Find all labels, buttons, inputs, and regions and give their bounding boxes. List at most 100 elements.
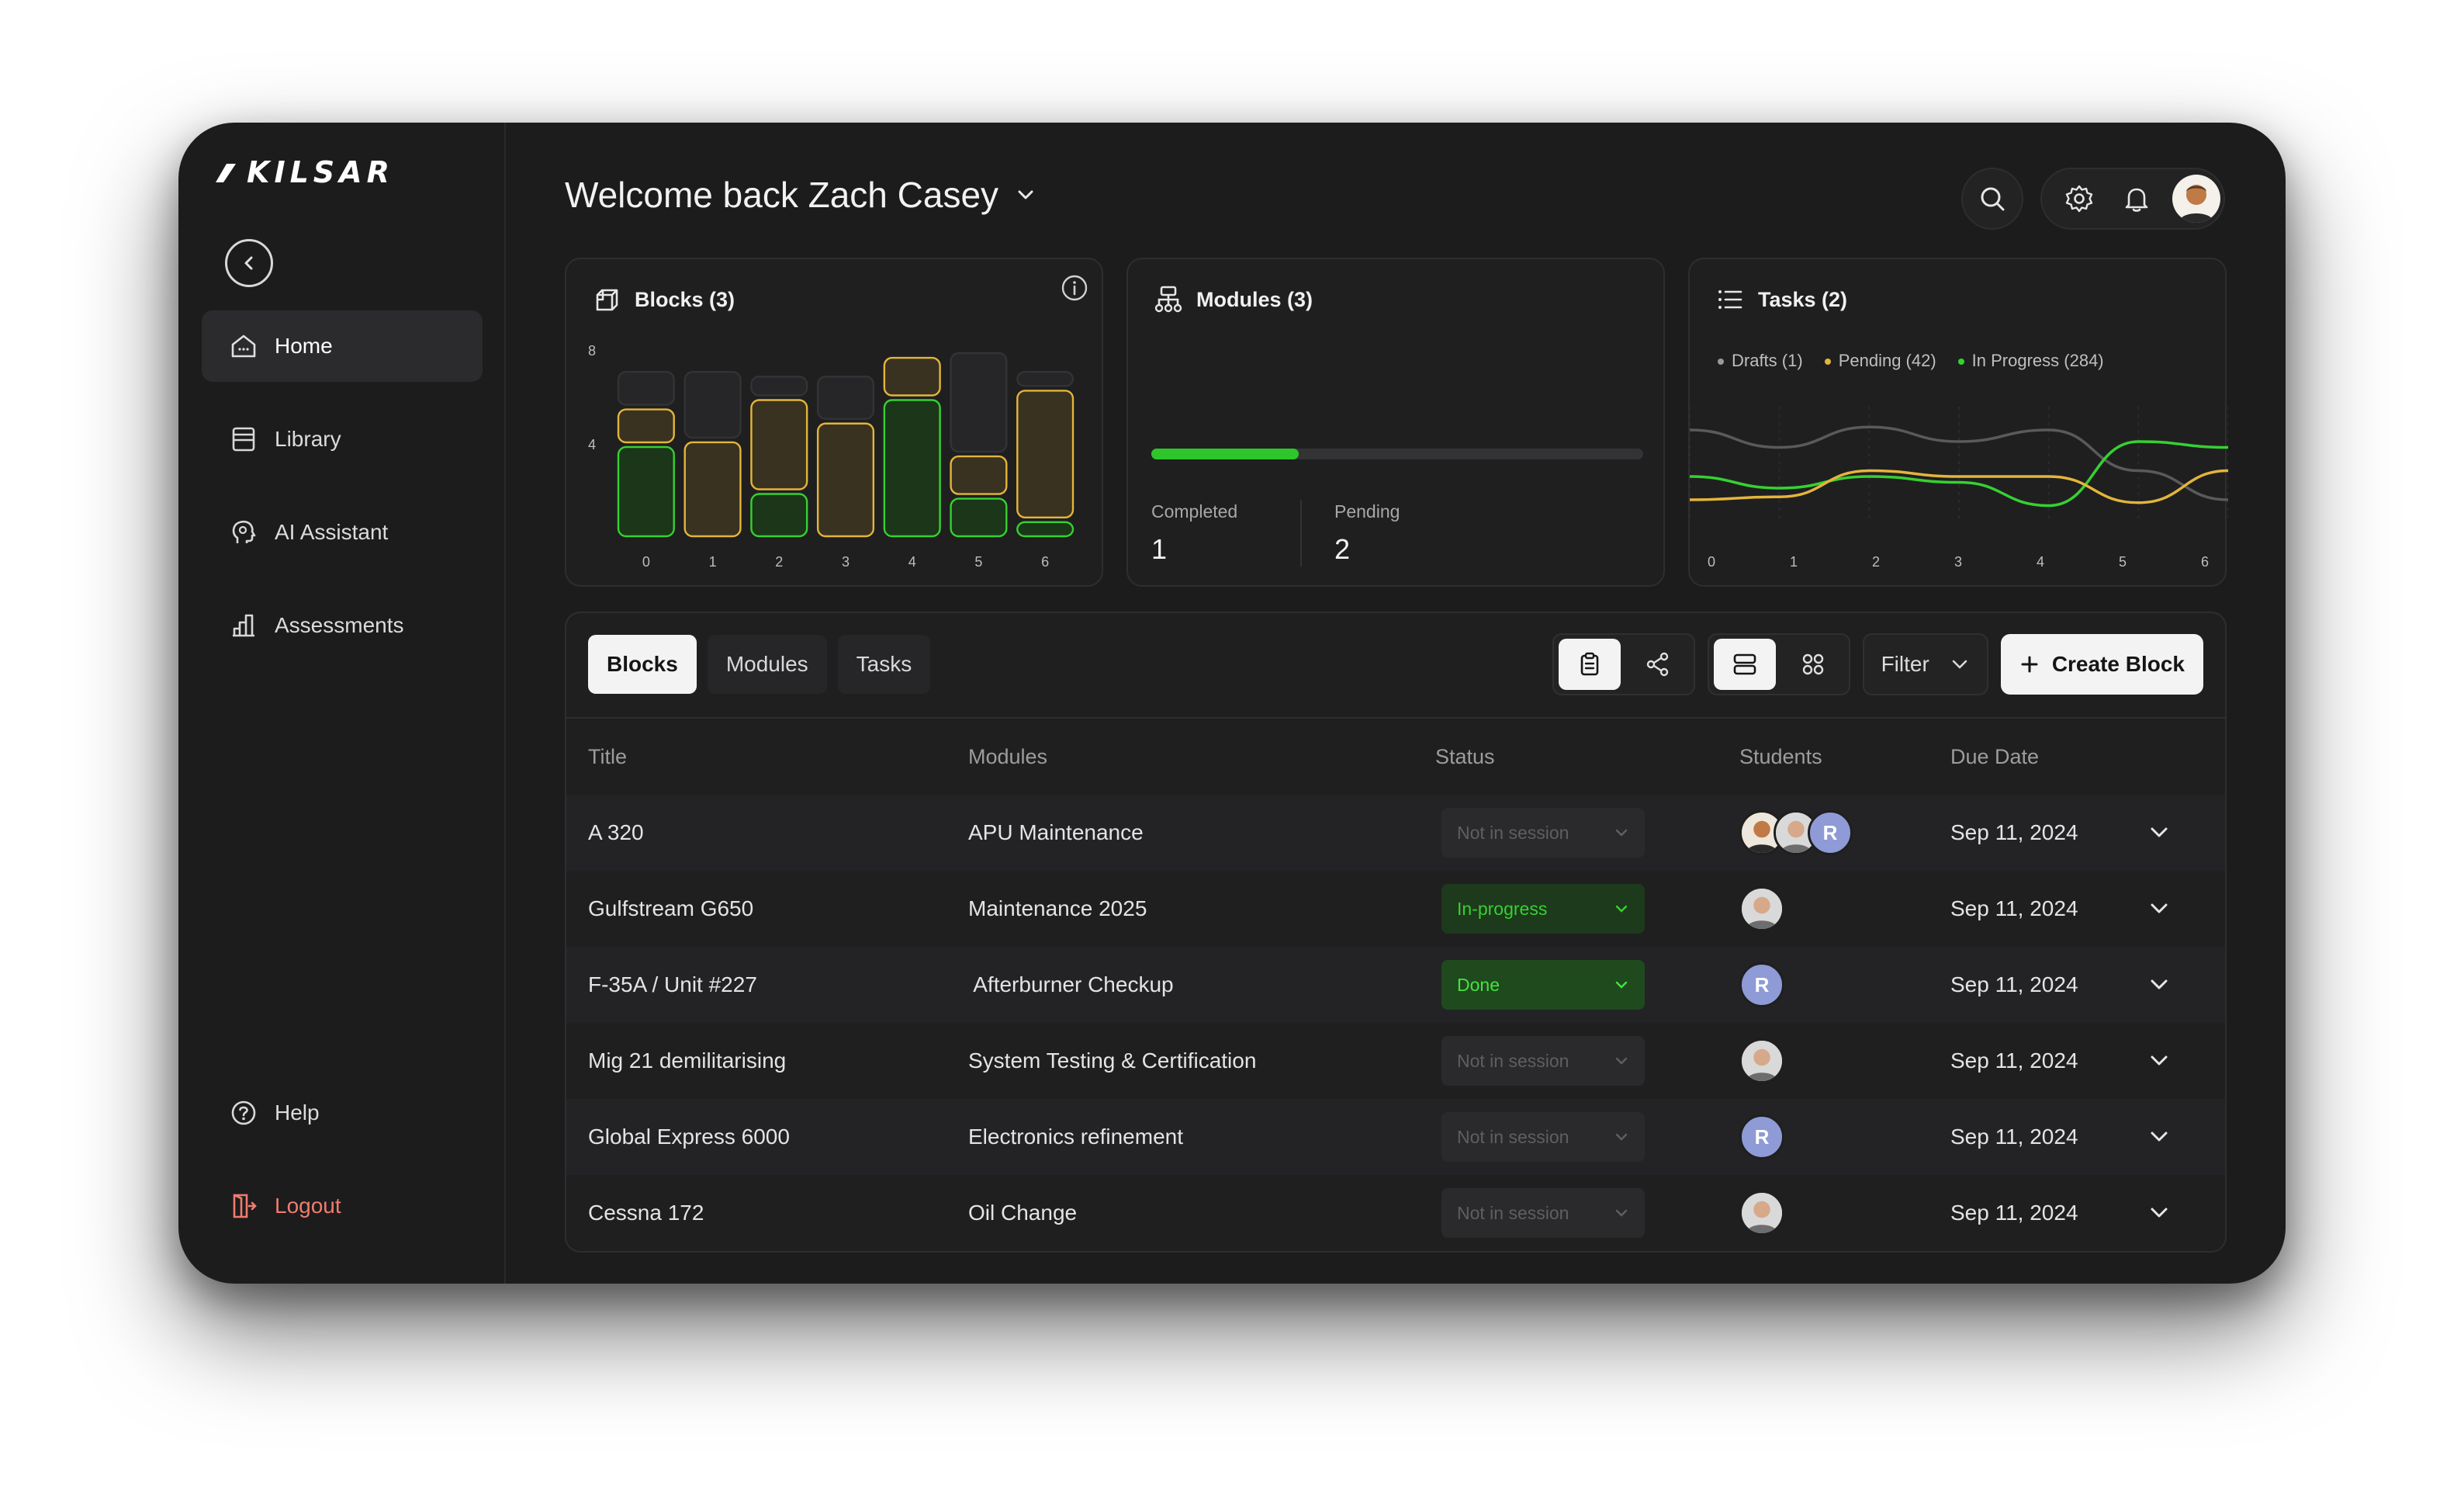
row-due-date: Sep 11, 2024 [1950, 1201, 2078, 1225]
collapse-sidebar-button[interactable] [225, 239, 273, 287]
table-row[interactable]: Global Express 6000 Electronics refineme… [566, 1099, 2225, 1175]
sidebar-item-logout[interactable]: Logout [202, 1170, 483, 1242]
bar-segment [750, 399, 808, 490]
sidebar: KILSAR Home Library AI Assistant Assessm… [178, 123, 506, 1284]
filter-label: Filter [1881, 652, 1929, 676]
ai-assistant-icon [232, 520, 256, 543]
chevron-down-icon [1615, 1209, 1628, 1217]
status-dropdown[interactable]: Not in session [1441, 808, 1645, 858]
x-tick-label: 1 [1790, 554, 1798, 570]
modules-card: Modules (3) Completed 1 Pending 2 [1126, 258, 1665, 587]
row-module: Oil Change [968, 1201, 1078, 1225]
logout-icon [233, 1194, 257, 1218]
expand-row-icon[interactable] [2146, 972, 2172, 998]
table-row[interactable]: F-35A / Unit #227 Afterburner Checkup Do… [566, 947, 2225, 1023]
page-title[interactable]: Welcome back Zach Casey [565, 174, 1036, 216]
students-avatars [1739, 886, 1784, 931]
x-tick-label: 6 [1041, 554, 1049, 570]
table-row[interactable]: Cessna 172 Oil Change Not in session Sep… [566, 1175, 2225, 1251]
table-toolbar: Filter Create Block [1552, 633, 2203, 695]
row-due-date: Sep 11, 2024 [1950, 896, 2078, 920]
notifications-button[interactable] [2115, 177, 2158, 220]
sidebar-item-library[interactable]: Library [202, 404, 483, 475]
student-avatar[interactable]: R [1739, 962, 1784, 1007]
list-layout-button[interactable] [1713, 639, 1776, 690]
student-avatar[interactable]: R [1808, 810, 1853, 855]
bar-segment [750, 376, 808, 397]
table-row[interactable]: Gulfstream G650 Maintenance 2025 In-prog… [566, 871, 2225, 947]
expand-row-icon[interactable] [2146, 1124, 2172, 1150]
create-block-button[interactable]: Create Block [2000, 634, 2203, 695]
sidebar-item-ai-assistant[interactable]: AI Assistant [202, 497, 483, 568]
filter-dropdown[interactable]: Filter [1862, 633, 1988, 695]
status-dropdown[interactable]: In-progress [1441, 884, 1645, 934]
row-module: Maintenance 2025 [968, 896, 1147, 920]
tab-tasks[interactable]: Tasks [837, 635, 931, 694]
status-dropdown[interactable]: Not in session [1441, 1188, 1645, 1238]
column-header-modules[interactable]: Modules [968, 745, 1047, 769]
library-icon [232, 427, 255, 452]
avatar-photo-icon [1742, 1193, 1782, 1233]
sidebar-item-home[interactable]: Home [202, 310, 483, 382]
sidebar-item-label: Home [275, 334, 333, 358]
y-tick-label: 8 [588, 343, 596, 359]
x-tick-label: 1 [709, 554, 717, 570]
students-avatars [1739, 1038, 1784, 1083]
graph-view-button[interactable] [1627, 639, 1689, 690]
row-title: Global Express 6000 [588, 1125, 790, 1149]
x-tick-label: 3 [1954, 554, 1962, 570]
clipboard-view-button[interactable] [1558, 639, 1621, 690]
tab-blocks[interactable]: Blocks [588, 635, 697, 694]
logo-text: KILSAR [247, 155, 394, 189]
completed-label: Completed [1151, 501, 1238, 522]
avatar-photo-icon [1742, 889, 1782, 929]
column-header-status[interactable]: Status [1435, 745, 1495, 769]
status-label: Done [1457, 974, 1500, 995]
user-avatar[interactable] [2172, 175, 2220, 223]
blocks-card: Blocks (3) 840123456 [565, 258, 1103, 587]
home-icon [231, 334, 256, 358]
row-title: Gulfstream G650 [588, 896, 754, 920]
settings-button[interactable] [2057, 177, 2101, 220]
blocks-table-panel: Blocks Modules Tasks Filter Create Block… [565, 612, 2227, 1253]
assessments-icon [233, 614, 254, 637]
student-avatar[interactable] [1739, 886, 1784, 931]
student-avatar[interactable] [1739, 1190, 1784, 1235]
expand-row-icon[interactable] [2146, 820, 2172, 846]
row-module: APU Maintenance [968, 820, 1144, 844]
modules-card-title: Modules (3) [1153, 284, 1313, 315]
column-header-students[interactable]: Students [1739, 745, 1822, 769]
column-header-due-date[interactable]: Due Date [1950, 745, 2039, 769]
tab-modules[interactable]: Modules [707, 635, 827, 694]
view-tabs: Blocks Modules Tasks [588, 635, 931, 694]
x-tick-label: 4 [908, 554, 916, 570]
grid-layout-button[interactable] [1782, 639, 1844, 690]
student-avatar[interactable] [1739, 1038, 1784, 1083]
nodes-icon [1646, 652, 1668, 677]
expand-row-icon[interactable] [2146, 1048, 2172, 1074]
status-label: Not in session [1457, 1202, 1569, 1223]
table-header: Title Modules Status Students Due Date [566, 717, 2225, 795]
students-avatars [1739, 1190, 1784, 1235]
table-row[interactable]: A 320 APU Maintenance Not in session R S… [566, 795, 2225, 871]
sidebar-item-help[interactable]: Help [202, 1077, 483, 1149]
student-avatar[interactable]: R [1739, 1114, 1784, 1159]
logo: KILSAR [213, 155, 394, 189]
search-button[interactable] [1961, 168, 2023, 230]
column-header-title[interactable]: Title [588, 745, 627, 769]
expand-row-icon[interactable] [2146, 1200, 2172, 1226]
bar-segment [617, 445, 675, 538]
status-dropdown[interactable]: Not in session [1441, 1036, 1645, 1086]
plus-icon [2021, 656, 2038, 673]
sidebar-item-assessments[interactable]: Assessments [202, 590, 483, 661]
y-tick-label: 4 [588, 437, 596, 452]
bar-segment [816, 422, 875, 538]
status-dropdown[interactable]: Not in session [1441, 1112, 1645, 1162]
expand-row-icon[interactable] [2146, 896, 2172, 922]
rows-icon [1733, 653, 1756, 675]
status-dropdown[interactable]: Done [1441, 960, 1645, 1010]
row-title: Cessna 172 [588, 1201, 704, 1225]
table-row[interactable]: Mig 21 demilitarising System Testing & C… [566, 1023, 2225, 1099]
row-due-date: Sep 11, 2024 [1950, 1125, 2078, 1149]
bar-segment [683, 370, 742, 439]
